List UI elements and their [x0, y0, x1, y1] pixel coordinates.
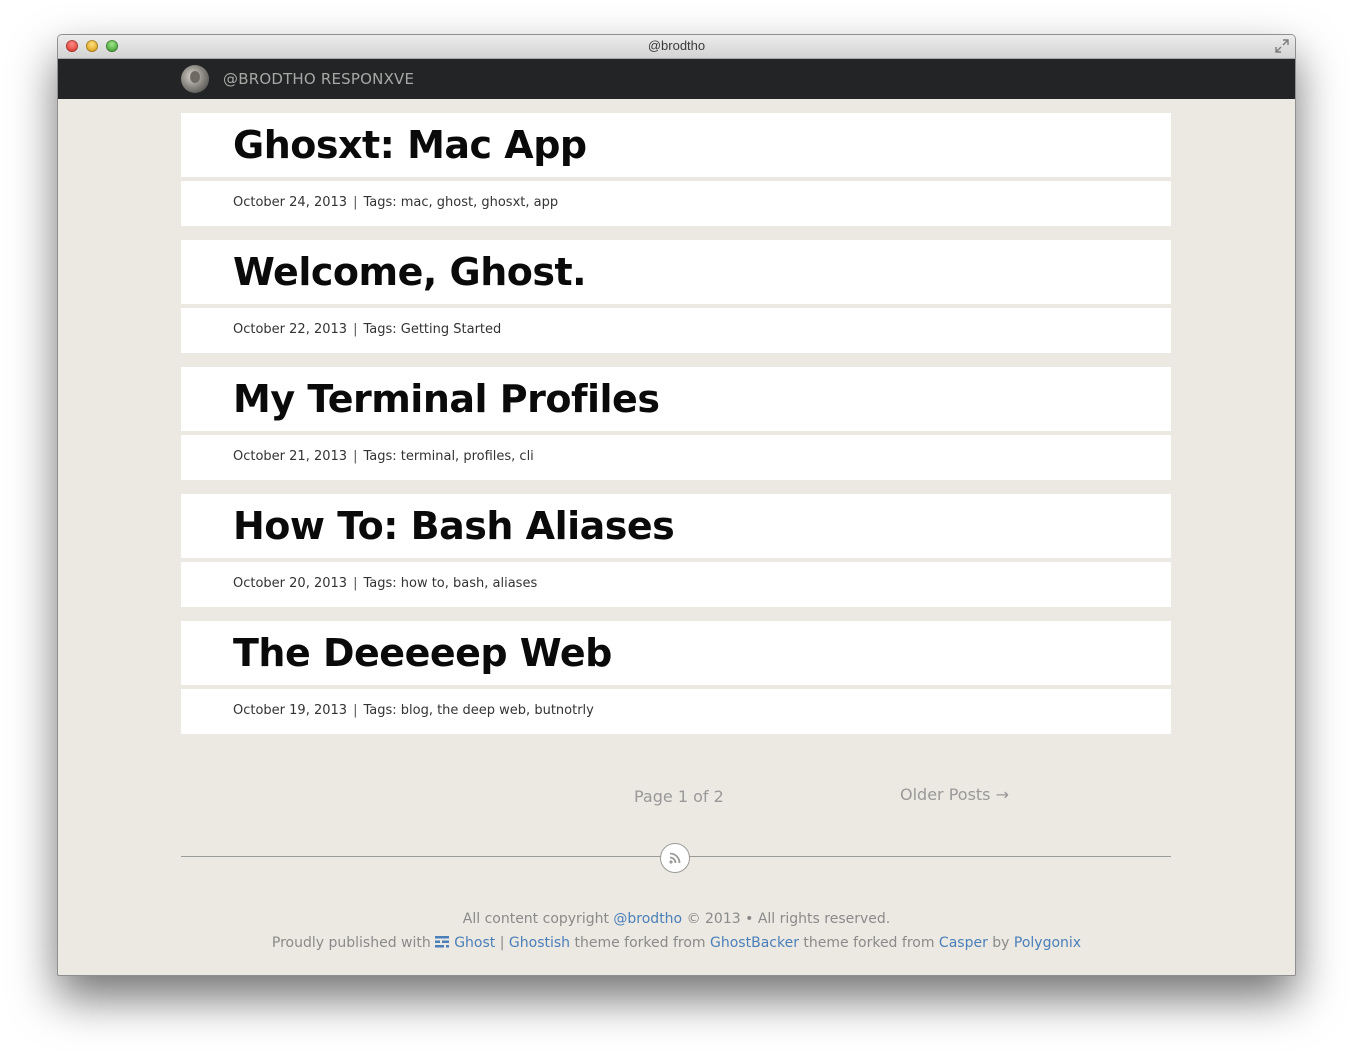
- meta-separator: |: [353, 322, 358, 337]
- credits-prefix: Proudly published with: [271, 935, 436, 951]
- meta-separator: |: [353, 449, 358, 464]
- meta-separator: |: [353, 703, 358, 718]
- by-text: by: [987, 935, 1014, 951]
- post-list: Ghosxt: Mac App October 24, 2013 | Tags: m…: [181, 113, 1171, 748]
- credits-pipe: |: [495, 935, 509, 951]
- post-meta: October 22, 2013 | Tags: Getting Started: [233, 322, 501, 337]
- ghostish-link[interactable]: Ghostish: [509, 935, 570, 951]
- ghost-logo-icon: [435, 936, 450, 948]
- site-navbar: @BRODTHO RESPONXVE: [58, 59, 1295, 99]
- post-title-link[interactable]: The Deeeeep Web: [233, 631, 612, 675]
- polygonix-link[interactable]: Polygonix: [1014, 935, 1081, 951]
- post-title-link[interactable]: Welcome, Ghost.: [233, 250, 587, 294]
- post-title-card: My Terminal Profiles: [181, 367, 1171, 431]
- post-tags[interactable]: Tags: Getting Started: [363, 322, 501, 337]
- forked-text: theme forked from: [798, 935, 939, 951]
- window-title: @brodtho: [647, 38, 706, 53]
- fullscreen-icon[interactable]: [1275, 39, 1289, 53]
- post-item: How To: Bash Aliases October 20, 2013 | Ta…: [181, 494, 1171, 607]
- post-meta-card: October 19, 2013 | Tags: blog, the deep we…: [181, 689, 1171, 734]
- post-title-card: Ghosxt: Mac App: [181, 113, 1171, 177]
- post-title-link[interactable]: Ghosxt: Mac App: [233, 123, 587, 167]
- post-item: My Terminal Profiles October 21, 2013 | Ta…: [181, 367, 1171, 480]
- post-meta-card: October 21, 2013 | Tags: terminal, profile…: [181, 435, 1171, 480]
- post-item: The Deeeeep Web October 19, 2013 | Tags: b…: [181, 621, 1171, 734]
- footer-copyright: All content copyright @brodtho © 2013 • …: [58, 911, 1295, 927]
- meta-separator: |: [353, 195, 358, 210]
- post-title-card: The Deeeeep Web: [181, 621, 1171, 685]
- post-tags[interactable]: Tags: how to, bash, aliases: [363, 576, 537, 591]
- post-tags[interactable]: Tags: terminal, profiles, cli: [363, 449, 533, 464]
- post-meta: October 20, 2013 | Tags: how to, bash, ali…: [233, 576, 537, 591]
- post-title-link[interactable]: How To: Bash Aliases: [233, 504, 675, 548]
- rss-button[interactable]: [660, 843, 690, 873]
- post-meta-card: October 20, 2013 | Tags: how to, bash, ali…: [181, 562, 1171, 607]
- browser-window: @brodtho @BRODTHO RESPONXVE Ghosxt: Mac …: [57, 34, 1296, 976]
- window-titlebar: @brodtho: [58, 35, 1295, 59]
- meta-separator: |: [353, 576, 358, 591]
- footer-credits: Proudly published with Ghost | Ghostish …: [58, 935, 1295, 951]
- post-tags[interactable]: Tags: mac, ghost, ghosxt, app: [363, 195, 558, 210]
- post-title-link[interactable]: My Terminal Profiles: [233, 377, 660, 421]
- casper-link[interactable]: Casper: [939, 935, 988, 951]
- blog-title-link[interactable]: @BRODTHO RESPONXVE: [223, 70, 414, 88]
- post-title-card: How To: Bash Aliases: [181, 494, 1171, 558]
- post-tags[interactable]: Tags: blog, the deep web, butnotrly: [363, 703, 593, 718]
- rss-icon: [669, 852, 681, 864]
- ghostbacker-link[interactable]: GhostBacker: [710, 935, 799, 951]
- post-item: Welcome, Ghost. October 22, 2013 | Tags: G…: [181, 240, 1171, 353]
- forked-text: theme forked from: [570, 935, 711, 951]
- post-title-card: Welcome, Ghost.: [181, 240, 1171, 304]
- author-link[interactable]: @brodtho: [613, 911, 682, 927]
- post-date: October 20, 2013: [233, 576, 348, 591]
- page-indicator: Page 1 of 2: [634, 787, 724, 806]
- copyright-suffix: © 2013 • All rights reserved.: [682, 911, 891, 927]
- post-date: October 21, 2013: [233, 449, 348, 464]
- copyright-prefix: All content copyright: [462, 911, 614, 927]
- post-meta: October 24, 2013 | Tags: mac, ghost, ghosx…: [233, 195, 558, 210]
- post-meta-card: October 22, 2013 | Tags: Getting Started: [181, 308, 1171, 353]
- avatar[interactable]: [181, 65, 209, 93]
- post-date: October 22, 2013: [233, 322, 348, 337]
- post-meta: October 19, 2013 | Tags: blog, the deep we…: [233, 703, 594, 718]
- avatar-face: [190, 71, 200, 83]
- post-date: October 24, 2013: [233, 195, 348, 210]
- post-date: October 19, 2013: [233, 703, 348, 718]
- post-item: Ghosxt: Mac App October 24, 2013 | Tags: m…: [181, 113, 1171, 226]
- older-posts-link[interactable]: Older Posts →: [900, 785, 1009, 804]
- post-meta: October 21, 2013 | Tags: terminal, profile…: [233, 449, 534, 464]
- ghost-link[interactable]: Ghost: [454, 935, 495, 951]
- post-meta-card: October 24, 2013 | Tags: mac, ghost, ghosx…: [181, 181, 1171, 226]
